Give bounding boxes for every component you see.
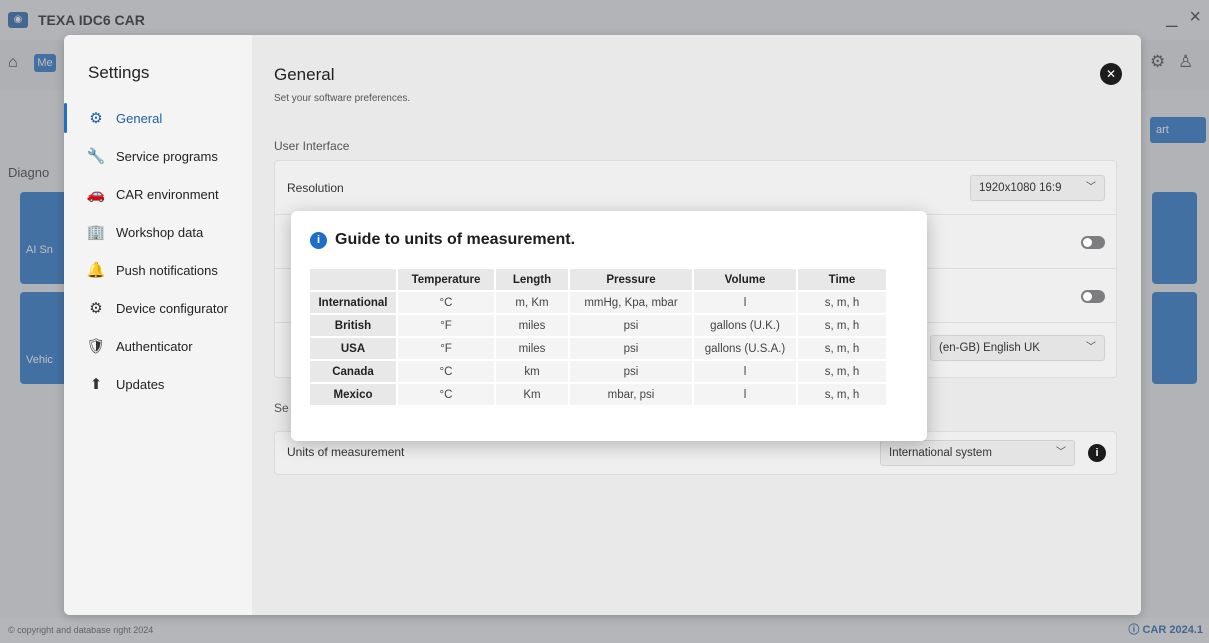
page-subtitle: Set your software preferences.: [274, 93, 411, 104]
table-cell-volume: l: [692, 290, 798, 315]
row-header: USA: [308, 336, 398, 361]
column-header: [308, 267, 398, 292]
menu-item-label: General: [116, 110, 163, 126]
units-value: International system: [889, 447, 992, 459]
device-icon: ⚙: [89, 300, 103, 317]
table-header-row: Temperature Length Pressure Volume Time: [308, 267, 888, 292]
table-cell-pressure: psi: [568, 359, 694, 384]
guide-header: i Guide to units of measurement.: [310, 231, 575, 249]
column-header: Length: [494, 267, 570, 292]
table-cell-temperature: °F: [396, 313, 496, 338]
menu-item-label: Service programs: [116, 148, 218, 164]
notification-icon: 🔔: [86, 262, 106, 279]
menu-item-label: Updates: [116, 376, 165, 392]
table-cell-length: km: [494, 359, 570, 384]
toggle-switch[interactable]: [1081, 290, 1105, 303]
menu-item-label: Workshop data: [116, 224, 204, 240]
table-cell-temperature: °C: [396, 359, 496, 384]
section-label-2: Se: [274, 401, 289, 415]
table-cell-length: Km: [494, 382, 570, 407]
table-cell-pressure: psi: [568, 336, 694, 361]
menu-item-car-environment[interactable]: 🚗 CAR environment: [64, 175, 252, 213]
page-title: General: [274, 65, 335, 84]
table-cell-pressure: mmHg, Kpa, mbar: [568, 290, 694, 315]
wrench-icon: 🔧: [86, 148, 106, 165]
menu-item-workshop-data[interactable]: 🏢 Workshop data: [64, 213, 252, 251]
guide-title: Guide to units of measurement.: [335, 231, 576, 248]
building-icon: 🏢: [86, 224, 106, 241]
close-settings-button[interactable]: ✕: [1100, 63, 1122, 85]
menu-item-label: Authenticator: [116, 338, 193, 354]
settings-menu: ⚙ General 🔧 Service programs 🚗 CAR environmen…: [64, 99, 252, 403]
table-cell-length: miles: [494, 336, 570, 361]
language-select[interactable]: (en-GB) English UK ﹀: [930, 335, 1105, 361]
resolution-row: Resolution 1920x1080 16:9 ﹀: [275, 161, 1116, 215]
table-cell-pressure: mbar, psi: [568, 382, 694, 407]
resolution-select[interactable]: 1920x1080 16:9 ﹀: [970, 175, 1105, 201]
resolution-value: 1920x1080 16:9: [979, 182, 1062, 194]
chevron-down-icon: ﹀: [1086, 182, 1096, 193]
table-cell-time: s, m, h: [796, 290, 888, 315]
menu-item-device-configurator[interactable]: ⚙ Device configurator: [64, 289, 252, 327]
chevron-down-icon: ﹀: [1056, 447, 1066, 458]
column-header: Temperature: [396, 267, 496, 292]
table-body: International °C m, Km mmHg, Kpa, mbar l s, m…: [308, 290, 888, 407]
table-row: Mexico °C Km mbar, psi l s, m, h: [308, 382, 888, 407]
section-user-interface: User Interface: [274, 139, 350, 153]
table-cell-time: s, m, h: [796, 382, 888, 407]
gear-icon: ⚙: [89, 110, 103, 127]
column-header: Pressure: [568, 267, 694, 292]
menu-item-label: Device configurator: [116, 300, 228, 316]
shield-icon: 🛡: [86, 338, 106, 355]
chevron-down-icon: ﹀: [1086, 342, 1096, 353]
row-header: Mexico: [308, 382, 398, 407]
info-icon: i: [310, 231, 327, 249]
table-row: British °F miles psi gallons (U.K.) s, m, h: [308, 313, 888, 338]
table-row: USA °F miles psi gallons (U.S.A.) s, m, h: [308, 336, 888, 361]
car-icon: 🚗: [86, 186, 106, 203]
table-cell-volume: l: [692, 382, 798, 407]
table-cell-length: miles: [494, 313, 570, 338]
menu-item-service-programs[interactable]: 🔧 Service programs: [64, 137, 252, 175]
table-cell-length: m, Km: [494, 290, 570, 315]
menu-item-push-notifications[interactable]: 🔔 Push notifications: [64, 251, 252, 289]
toggle-switch[interactable]: [1081, 236, 1105, 249]
table-row: International °C m, Km mmHg, Kpa, mbar l s, m…: [308, 290, 888, 315]
updates-icon: ⬆: [89, 376, 103, 393]
table-cell-volume: gallons (U.K.): [692, 313, 798, 338]
table-cell-time: s, m, h: [796, 359, 888, 384]
table-cell-temperature: °C: [396, 290, 496, 315]
menu-item-authenticator[interactable]: 🛡 Authenticator: [64, 327, 252, 365]
row-header: Canada: [308, 359, 398, 384]
row-header: British: [308, 313, 398, 338]
resolution-label: Resolution: [287, 181, 344, 195]
table-cell-temperature: °F: [396, 336, 496, 361]
info-icon[interactable]: i: [1088, 444, 1106, 462]
table-row: Canada °C km psi l s, m, h: [308, 359, 888, 384]
table-cell-volume: l: [692, 359, 798, 384]
table-cell-time: s, m, h: [796, 313, 888, 338]
row-header: International: [308, 290, 398, 315]
menu-item-updates[interactable]: ⬆ Updates: [64, 365, 252, 403]
units-select[interactable]: International system ﹀: [880, 440, 1075, 466]
table-cell-volume: gallons (U.S.A.): [692, 336, 798, 361]
menu-item-label: CAR environment: [116, 186, 219, 202]
language-value: (en-GB) English UK: [939, 342, 1040, 354]
column-header: Time: [796, 267, 888, 292]
table-cell-time: s, m, h: [796, 336, 888, 361]
settings-sidebar: Settings ⚙ General 🔧 Service programs 🚗 CAR e…: [64, 35, 252, 615]
units-table: Temperature Length Pressure Volume Time Inte…: [308, 267, 888, 407]
units-label: Units of measurement: [287, 445, 405, 459]
column-header: Volume: [692, 267, 798, 292]
menu-item-general[interactable]: ⚙ General: [64, 99, 252, 137]
settings-title: Settings: [88, 63, 150, 82]
menu-item-label: Push notifications: [116, 262, 218, 278]
units-guide-modal: i Guide to units of measurement. Tempera…: [291, 211, 927, 441]
table-cell-temperature: °C: [396, 382, 496, 407]
table-cell-pressure: psi: [568, 313, 694, 338]
